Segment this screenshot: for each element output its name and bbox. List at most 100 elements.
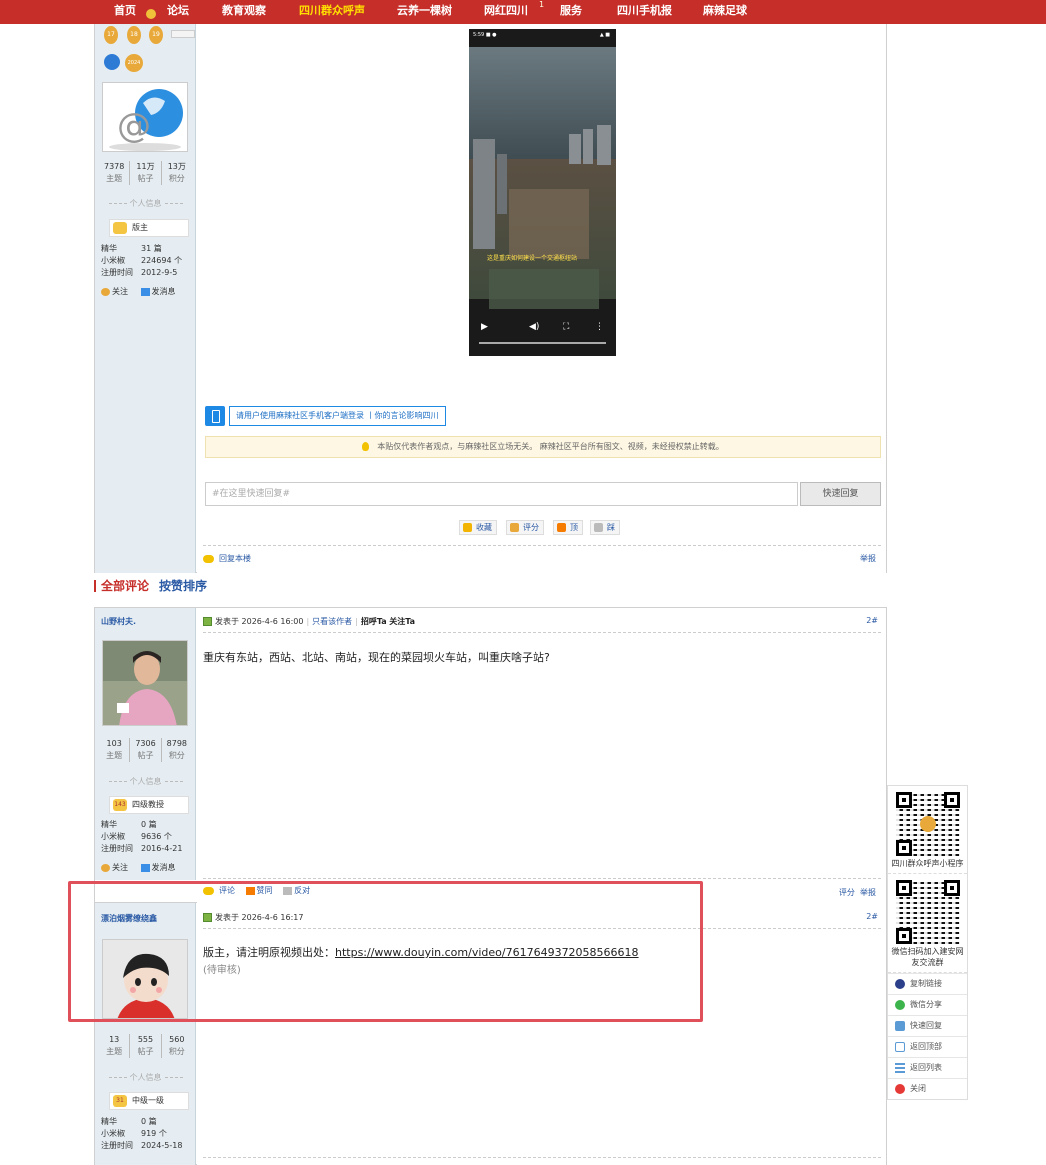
medal-icon: 18 — [127, 26, 141, 44]
nav-education[interactable]: 教育观察 — [222, 2, 266, 18]
info-key: 注册时间 — [101, 268, 133, 277]
section-title: 个人信息 — [101, 1072, 190, 1083]
volume-icon[interactable]: ◀) — [529, 322, 539, 332]
reply-icon — [895, 1021, 905, 1031]
more-icon[interactable]: ⋮ — [595, 322, 604, 332]
medal-row: 17 18 19 2024 — [102, 26, 195, 76]
tab-all-comments[interactable]: 全部评论 — [101, 577, 149, 594]
back-to-top-button[interactable]: 返回顶部 — [888, 1036, 967, 1057]
quick-reply-input[interactable]: #在这里快速回复# — [205, 482, 798, 506]
tab-sort-by-likes[interactable]: 按赞排序 — [159, 577, 207, 594]
nav-tree[interactable]: 云养一棵树 — [397, 2, 452, 18]
disclaimer-notice: 本贴仅代表作者观点，与麻辣社区立场无关。 麻辣社区平台所有图文、视频，未经授权禁… — [205, 436, 881, 458]
message-button[interactable]: 发消息 — [140, 287, 176, 296]
floating-sidebar: 四川群众呼声小程序 微信扫码加入建安网友交流群 复制链接 微信分享 快速回复 返… — [887, 785, 968, 1100]
floor-number: 2# — [866, 912, 878, 921]
list-icon — [895, 1063, 905, 1073]
info-key: 精华 — [101, 244, 117, 253]
envelope-icon — [140, 287, 150, 296]
section-title: 个人信息 — [101, 198, 190, 209]
qr2-caption: 微信扫码加入建安网友交流群 — [888, 944, 967, 973]
comment-post: 山野村夫. 103 主题 7306 帖子 8798 积分 个人信息 143 四级教授 … — [94, 607, 887, 904]
highlight-box — [68, 881, 703, 1022]
rank-icon: 31 — [113, 1095, 127, 1107]
follow-author-link[interactable]: 关注Ta — [389, 617, 415, 626]
bulb-icon — [362, 442, 370, 451]
video-player[interactable]: 5:59 ■ ● ▲ ■ 这是重庆如何建设一个交通枢纽站 ▶ ◀) ⛶ ⋮ — [469, 29, 616, 356]
nav-service[interactable]: 服务 — [560, 2, 582, 18]
wechat-share-button[interactable]: 微信分享 — [888, 994, 967, 1015]
nav-home[interactable]: 首页 — [114, 2, 136, 18]
quick-reply-side-button[interactable]: 快速回复 — [888, 1015, 967, 1036]
report-link[interactable]: 举报 — [860, 888, 876, 897]
message-button[interactable]: 发消息 — [140, 863, 176, 872]
copy-link-button[interactable]: 复制链接 — [888, 973, 967, 994]
rank-icon: 143 — [113, 799, 127, 811]
rate-link[interactable]: 评分 — [839, 888, 855, 897]
video-progress[interactable] — [479, 342, 606, 344]
phone-icon — [205, 406, 225, 426]
arrow-up-icon — [895, 1042, 905, 1052]
wechat-group-qr — [895, 880, 960, 944]
author-stats: 13 主题 555 帖子 560 积分 — [99, 1034, 192, 1058]
link-icon — [895, 979, 905, 989]
rate-button[interactable]: 评分 — [506, 520, 544, 535]
mini-program-qr — [895, 792, 960, 856]
envelope-icon — [140, 863, 150, 872]
medal-icon: 19 — [149, 26, 163, 44]
op-content: 5:59 ■ ● ▲ ■ 这是重庆如何建设一个交通枢纽站 ▶ ◀) ⛶ ⋮ 请用… — [197, 24, 886, 573]
quick-reply-button[interactable]: 快速回复 — [800, 482, 881, 506]
comment-author-panel: 山野村夫. 103 主题 7306 帖子 8798 积分 个人信息 143 四级教授 … — [95, 608, 196, 880]
author-stats: 7378 主题 11万 帖子 13万 积分 — [99, 161, 192, 185]
nav-sichuan-voice[interactable]: 四川群众呼声 — [299, 2, 365, 18]
nav-influencer[interactable]: 网红四川 — [484, 2, 528, 18]
post-meta: 发表于 2026-4-6 16:00 | 只看该作者 | 招呼Ta 关注Ta — [203, 616, 415, 627]
thumb-icon — [510, 523, 519, 532]
author-actions: 关注 发消息 — [101, 862, 186, 873]
info-key: 小米椒 — [101, 256, 125, 265]
stat-label: 帖子 — [137, 174, 154, 183]
author-stats: 103 主题 7306 帖子 8798 积分 — [99, 738, 192, 762]
info-value: 224694 个 — [141, 256, 183, 265]
downvote-button[interactable]: 踩 — [590, 520, 620, 535]
upvote-button[interactable]: 顶 — [553, 520, 583, 535]
comment-rate-report: 评分 举报 — [839, 887, 876, 898]
nav-forum[interactable]: 论坛 — [167, 2, 189, 18]
video-caption: 这是重庆如何建设一个交通枢纽站 — [487, 255, 578, 262]
rank-badge: 版主 — [109, 219, 189, 237]
follow-icon — [101, 863, 110, 872]
nav-badge: 1 — [539, 0, 545, 9]
svg-text:@: @ — [117, 106, 151, 146]
section-title: 个人信息 — [101, 776, 190, 787]
medal-icon: 2024 — [125, 54, 143, 72]
play-icon[interactable]: ▶ — [481, 322, 488, 332]
follow-icon — [101, 287, 110, 296]
username[interactable]: 山野村夫. — [101, 616, 136, 627]
author-info: 精华 0 篇 小米椒 9636 个 注册时间 2016-4-21 — [101, 820, 183, 853]
follow-button[interactable]: 关注 — [101, 287, 128, 296]
reply-this-floor[interactable]: 回复本楼 — [203, 553, 251, 564]
post-icon — [203, 617, 212, 626]
avatar[interactable]: @ — [102, 82, 188, 152]
only-author-link[interactable]: 只看该作者 — [312, 617, 352, 626]
crown-icon — [113, 222, 127, 234]
stat-value: 7378 — [103, 162, 125, 171]
greet-link[interactable]: 招呼Ta — [361, 617, 387, 626]
avatar[interactable] — [102, 640, 188, 726]
op-post: 17 18 19 2024 @ 7378 主题 11万 帖子 13万 积分 个人信息 … — [94, 24, 887, 573]
app-banner-text[interactable]: 请用户使用麻辣社区手机客户端登录 丨你的言论影响四川 — [229, 406, 446, 426]
report-link[interactable]: 举报 — [860, 553, 876, 564]
follow-button[interactable]: 关注 — [101, 863, 128, 872]
nav-football[interactable]: 麻辣足球 — [703, 2, 747, 18]
author-actions: 关注 发消息 — [101, 286, 186, 297]
fullscreen-icon[interactable]: ⛶ — [563, 322, 569, 332]
close-sidebar-button[interactable]: 关闭 — [888, 1078, 967, 1099]
favorite-button[interactable]: 收藏 — [459, 520, 497, 535]
nav-mobile-news[interactable]: 四川手机报 — [617, 2, 672, 18]
info-value: 31 篇 — [141, 244, 162, 253]
stat-label: 积分 — [168, 174, 185, 183]
floor-number: 2# — [866, 616, 878, 625]
back-to-list-button[interactable]: 返回列表 — [888, 1057, 967, 1078]
comment-icon — [203, 554, 214, 563]
author-info: 精华 0 篇 小米椒 919 个 注册时间 2024-5-18 — [101, 1117, 183, 1150]
